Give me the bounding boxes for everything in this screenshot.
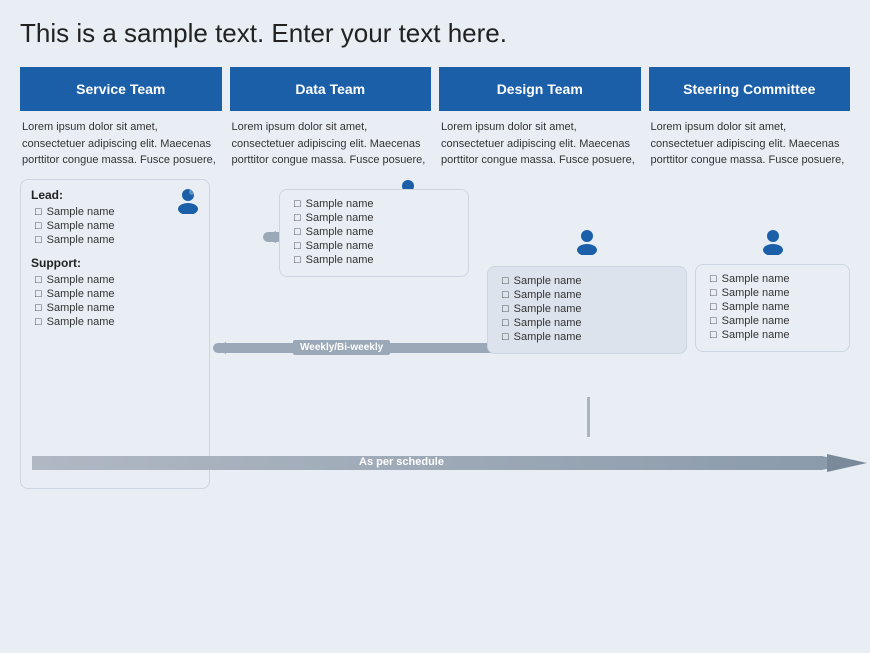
design-team-box: Sample name Sample name Sample name Samp… <box>487 266 687 354</box>
design-team-text: Lorem ipsum dolor sit amet, consectetuer… <box>439 119 641 169</box>
list-item: Sample name <box>35 288 199 300</box>
lead-label: Lead: <box>31 188 199 202</box>
schedule-label: As per schedule <box>352 454 451 470</box>
list-item: Sample name <box>710 301 839 313</box>
schedule-arrow-svg <box>32 450 870 476</box>
data-team-text: Lorem ipsum dolor sit amet, consectetuer… <box>230 119 432 169</box>
service-team-text: Lorem ipsum dolor sit amet, consectetuer… <box>20 119 222 169</box>
data-team-header: Data Team <box>230 67 432 111</box>
list-item: Sample name <box>35 220 199 232</box>
service-person-icon <box>177 188 199 218</box>
steering-names: Sample name Sample name Sample name Samp… <box>710 273 839 341</box>
list-item: Sample name <box>294 226 458 238</box>
list-item: Sample name <box>294 240 458 252</box>
service-team-column: Service Team Lorem ipsum dolor sit amet,… <box>20 67 222 169</box>
list-item: Sample name <box>294 212 458 224</box>
design-team-header: Design Team <box>439 67 641 111</box>
list-item: Sample name <box>502 303 676 315</box>
list-item: Sample name <box>35 234 199 246</box>
list-item: Sample name <box>502 289 676 301</box>
list-item: Sample name <box>710 287 839 299</box>
list-item: Sample name <box>294 198 458 210</box>
list-item: Sample name <box>35 302 199 314</box>
design-team-names: Sample name Sample name Sample name Samp… <box>502 275 676 343</box>
design-team-area: Sample name Sample name Sample name Samp… <box>487 179 687 489</box>
steering-committee-header: Steering Committee <box>649 67 851 111</box>
vertical-connector <box>587 397 590 437</box>
steering-committee-box-area: Sample name Sample name Sample name Samp… <box>695 179 850 489</box>
list-item: Sample name <box>710 273 839 285</box>
support-label: Support: <box>31 256 199 270</box>
design-person-icon <box>487 229 687 260</box>
list-item: Sample name <box>35 274 199 286</box>
steering-committee-text: Lorem ipsum dolor sit amet, consectetuer… <box>649 119 851 169</box>
columns-section: Service Team Lorem ipsum dolor sit amet,… <box>20 67 850 169</box>
service-team-box: Lead: Sample name Sample name Sample nam… <box>20 179 210 489</box>
page-title: This is a sample text. Enter your text h… <box>20 18 850 49</box>
list-item: Sample name <box>502 331 676 343</box>
steering-committee-column: Steering Committee Lorem ipsum dolor sit… <box>649 67 851 169</box>
service-team-header: Service Team <box>20 67 222 111</box>
weekly-label: Weekly/Bi-weekly <box>293 340 390 355</box>
list-item: Sample name <box>502 275 676 287</box>
list-item: Sample name <box>294 254 458 266</box>
support-names-list: Sample name Sample name Sample name Samp… <box>35 274 199 328</box>
list-item: Sample name <box>35 316 199 328</box>
list-item: Sample name <box>502 317 676 329</box>
steering-person-icon <box>695 229 850 260</box>
data-team-column: Data Team Lorem ipsum dolor sit amet, co… <box>230 67 432 169</box>
list-item: Sample name <box>710 315 839 327</box>
list-item: Sample name <box>710 329 839 341</box>
data-team-names: Sample name Sample name Sample name Samp… <box>294 198 458 266</box>
data-team-box: Sample name Sample name Sample name Samp… <box>279 189 469 277</box>
steering-committee-box: Sample name Sample name Sample name Samp… <box>695 264 850 352</box>
schedule-arrow-area: As per schedule <box>32 450 870 481</box>
lead-names-list: Sample name Sample name Sample name <box>35 206 199 246</box>
list-item: Sample name <box>35 206 199 218</box>
weekly-arrow-area: Weekly/Bi-weekly <box>208 334 528 367</box>
design-team-column: Design Team Lorem ipsum dolor sit amet, … <box>439 67 641 169</box>
middle-section: Daily Sample name Sample name Sample nam… <box>218 179 479 489</box>
